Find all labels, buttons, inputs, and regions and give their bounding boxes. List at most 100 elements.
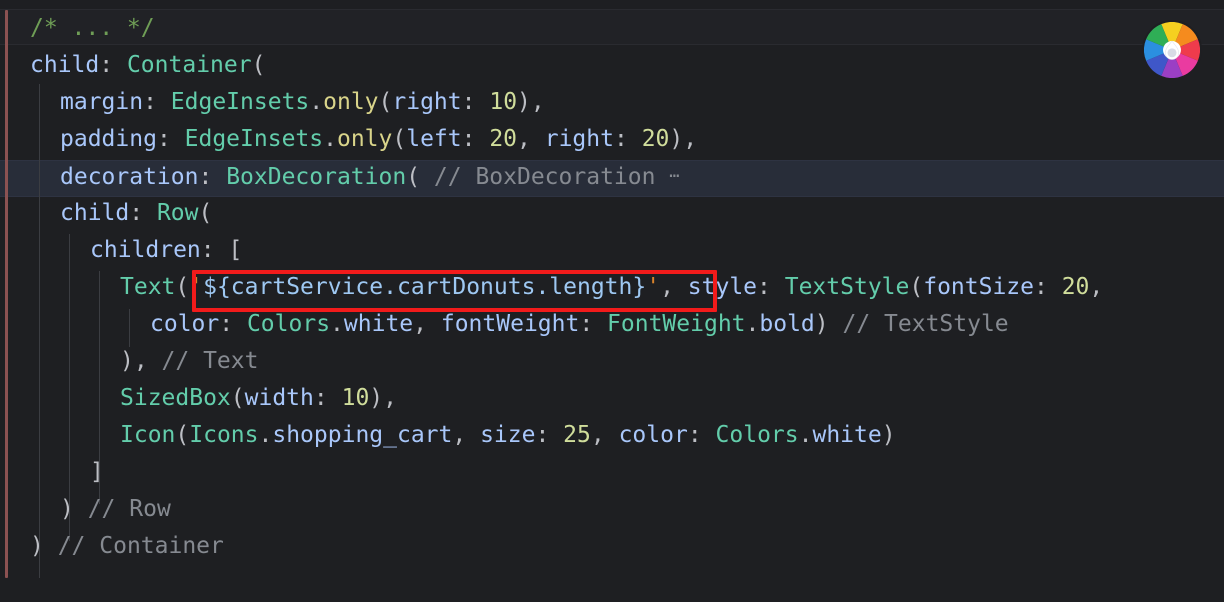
code-token: . xyxy=(309,89,324,115)
code-token: ) xyxy=(881,422,896,448)
code-token: // TextStyle xyxy=(842,311,1009,337)
code-line[interactable]: margin: EdgeInsets.only(right: 10), xyxy=(60,84,545,121)
code-token: ( xyxy=(198,200,213,226)
code-token: Colors xyxy=(715,422,799,448)
code-token: : xyxy=(1034,274,1062,300)
code-line[interactable]: Text ( '${cartService.cartDonuts.length}',… xyxy=(120,269,1103,306)
code-token: 20 xyxy=(489,126,518,152)
code-token: width xyxy=(244,385,314,411)
code-token: child xyxy=(30,52,100,78)
code-token: : xyxy=(613,126,642,152)
code-line[interactable]: color: Colors.white, fontWeight: FontWei… xyxy=(150,306,1009,343)
code-token: fontSize xyxy=(923,274,1034,300)
code-token: : xyxy=(156,126,185,152)
code-token: , xyxy=(517,126,545,152)
code-token: , xyxy=(1089,274,1104,300)
code-token: : xyxy=(99,52,127,78)
code-token: ) xyxy=(814,311,843,337)
code-token: , xyxy=(413,311,441,337)
code-token: only xyxy=(323,89,379,115)
code-line[interactable]: SizedBox(width: 10), xyxy=(120,380,397,417)
code-token: : xyxy=(219,311,247,337)
code-token: : xyxy=(687,422,716,448)
code-token: size xyxy=(480,422,536,448)
code-token: decoration xyxy=(60,164,199,190)
code-token: // Row xyxy=(87,496,171,522)
code-token: ), xyxy=(517,89,545,115)
code-token: Icons xyxy=(189,422,259,448)
code-token: : xyxy=(143,89,171,115)
code-token: // Container xyxy=(57,533,224,559)
code-editor-surface[interactable]: /* ... */child: Container(margin: EdgeIn… xyxy=(0,0,1224,602)
code-token: 10 xyxy=(489,89,518,115)
code-token: style xyxy=(687,274,758,300)
code-line-container[interactable]: /* ... */child: Container(margin: EdgeIn… xyxy=(0,0,1224,602)
code-token: color xyxy=(150,311,220,337)
code-token: EdgeInsets xyxy=(184,126,324,152)
code-line[interactable]: ) // Container xyxy=(30,528,224,565)
code-token: 25 xyxy=(563,422,591,448)
code-line[interactable]: /* ... */ xyxy=(30,10,155,47)
code-token: : xyxy=(535,422,564,448)
code-token: , xyxy=(452,422,481,448)
code-token: ( xyxy=(909,274,924,300)
code-token: : xyxy=(198,164,227,190)
code-token: ( xyxy=(406,164,434,190)
code-token: margin xyxy=(60,89,144,115)
code-token: child xyxy=(60,200,130,226)
code-token: fontWeight xyxy=(440,311,580,337)
code-token: color xyxy=(618,422,688,448)
code-token: EdgeInsets xyxy=(170,89,310,115)
code-token: white xyxy=(812,422,882,448)
code-token: ( xyxy=(175,422,190,448)
code-token: : xyxy=(461,126,490,152)
code-line[interactable]: Icon(Icons.shopping_cart, size: 25, colo… xyxy=(120,417,896,454)
code-token: : xyxy=(313,385,342,411)
code-token: FontWeight xyxy=(607,311,746,337)
code-line[interactable]: ) // Row xyxy=(60,491,171,528)
code-token: ${cartService.cartDonuts.length} xyxy=(203,274,647,300)
code-token: // Text xyxy=(161,348,259,374)
code-token: ' xyxy=(646,274,661,300)
code-token: left xyxy=(406,126,462,152)
code-token: BoxDecoration xyxy=(226,164,407,190)
code-token: . xyxy=(745,311,760,337)
code-token: ( xyxy=(378,89,393,115)
code-line[interactable]: ] xyxy=(90,454,104,491)
code-token: // BoxDecoration xyxy=(433,164,670,190)
code-line[interactable]: child: Container( xyxy=(30,47,265,84)
code-token: 20 xyxy=(641,126,670,152)
code-token: ), xyxy=(120,348,162,374)
code-token: ), xyxy=(669,126,698,152)
code-line[interactable]: children: [ xyxy=(90,232,242,269)
code-token: ( xyxy=(392,126,407,152)
code-line[interactable]: decoration: BoxDecoration( // BoxDecorat… xyxy=(60,158,681,195)
code-line[interactable]: padding: EdgeInsets.only(left: 20, right… xyxy=(60,121,697,158)
code-line[interactable]: child: Row( xyxy=(60,195,212,232)
code-token: ), xyxy=(369,385,397,411)
code-token: shopping_cart xyxy=(272,422,453,448)
code-token: : xyxy=(757,274,785,300)
code-line[interactable]: ), // Text xyxy=(120,343,258,380)
code-token: 10 xyxy=(341,385,370,411)
code-token: right xyxy=(392,89,462,115)
code-token: ' xyxy=(189,274,204,300)
code-token: , xyxy=(590,422,619,448)
code-token: . xyxy=(330,311,344,337)
editor-window: /* ... */child: Container(margin: EdgeIn… xyxy=(0,0,1224,602)
code-token: ( xyxy=(230,385,245,411)
code-token: ) xyxy=(60,496,88,522)
color-wheel-icon[interactable] xyxy=(1144,22,1200,78)
code-token: ) xyxy=(30,533,58,559)
code-token: : xyxy=(129,200,157,226)
code-token: , xyxy=(660,274,688,300)
code-token: Colors xyxy=(246,311,331,337)
code-token: Text xyxy=(120,274,176,300)
code-token: Row xyxy=(156,200,199,226)
code-token: /* ... */ xyxy=(30,15,155,41)
code-token: padding xyxy=(60,126,157,152)
code-token: : xyxy=(579,311,608,337)
code-token: ( xyxy=(251,52,266,78)
code-token: Container xyxy=(126,52,252,78)
code-token: white xyxy=(343,311,414,337)
